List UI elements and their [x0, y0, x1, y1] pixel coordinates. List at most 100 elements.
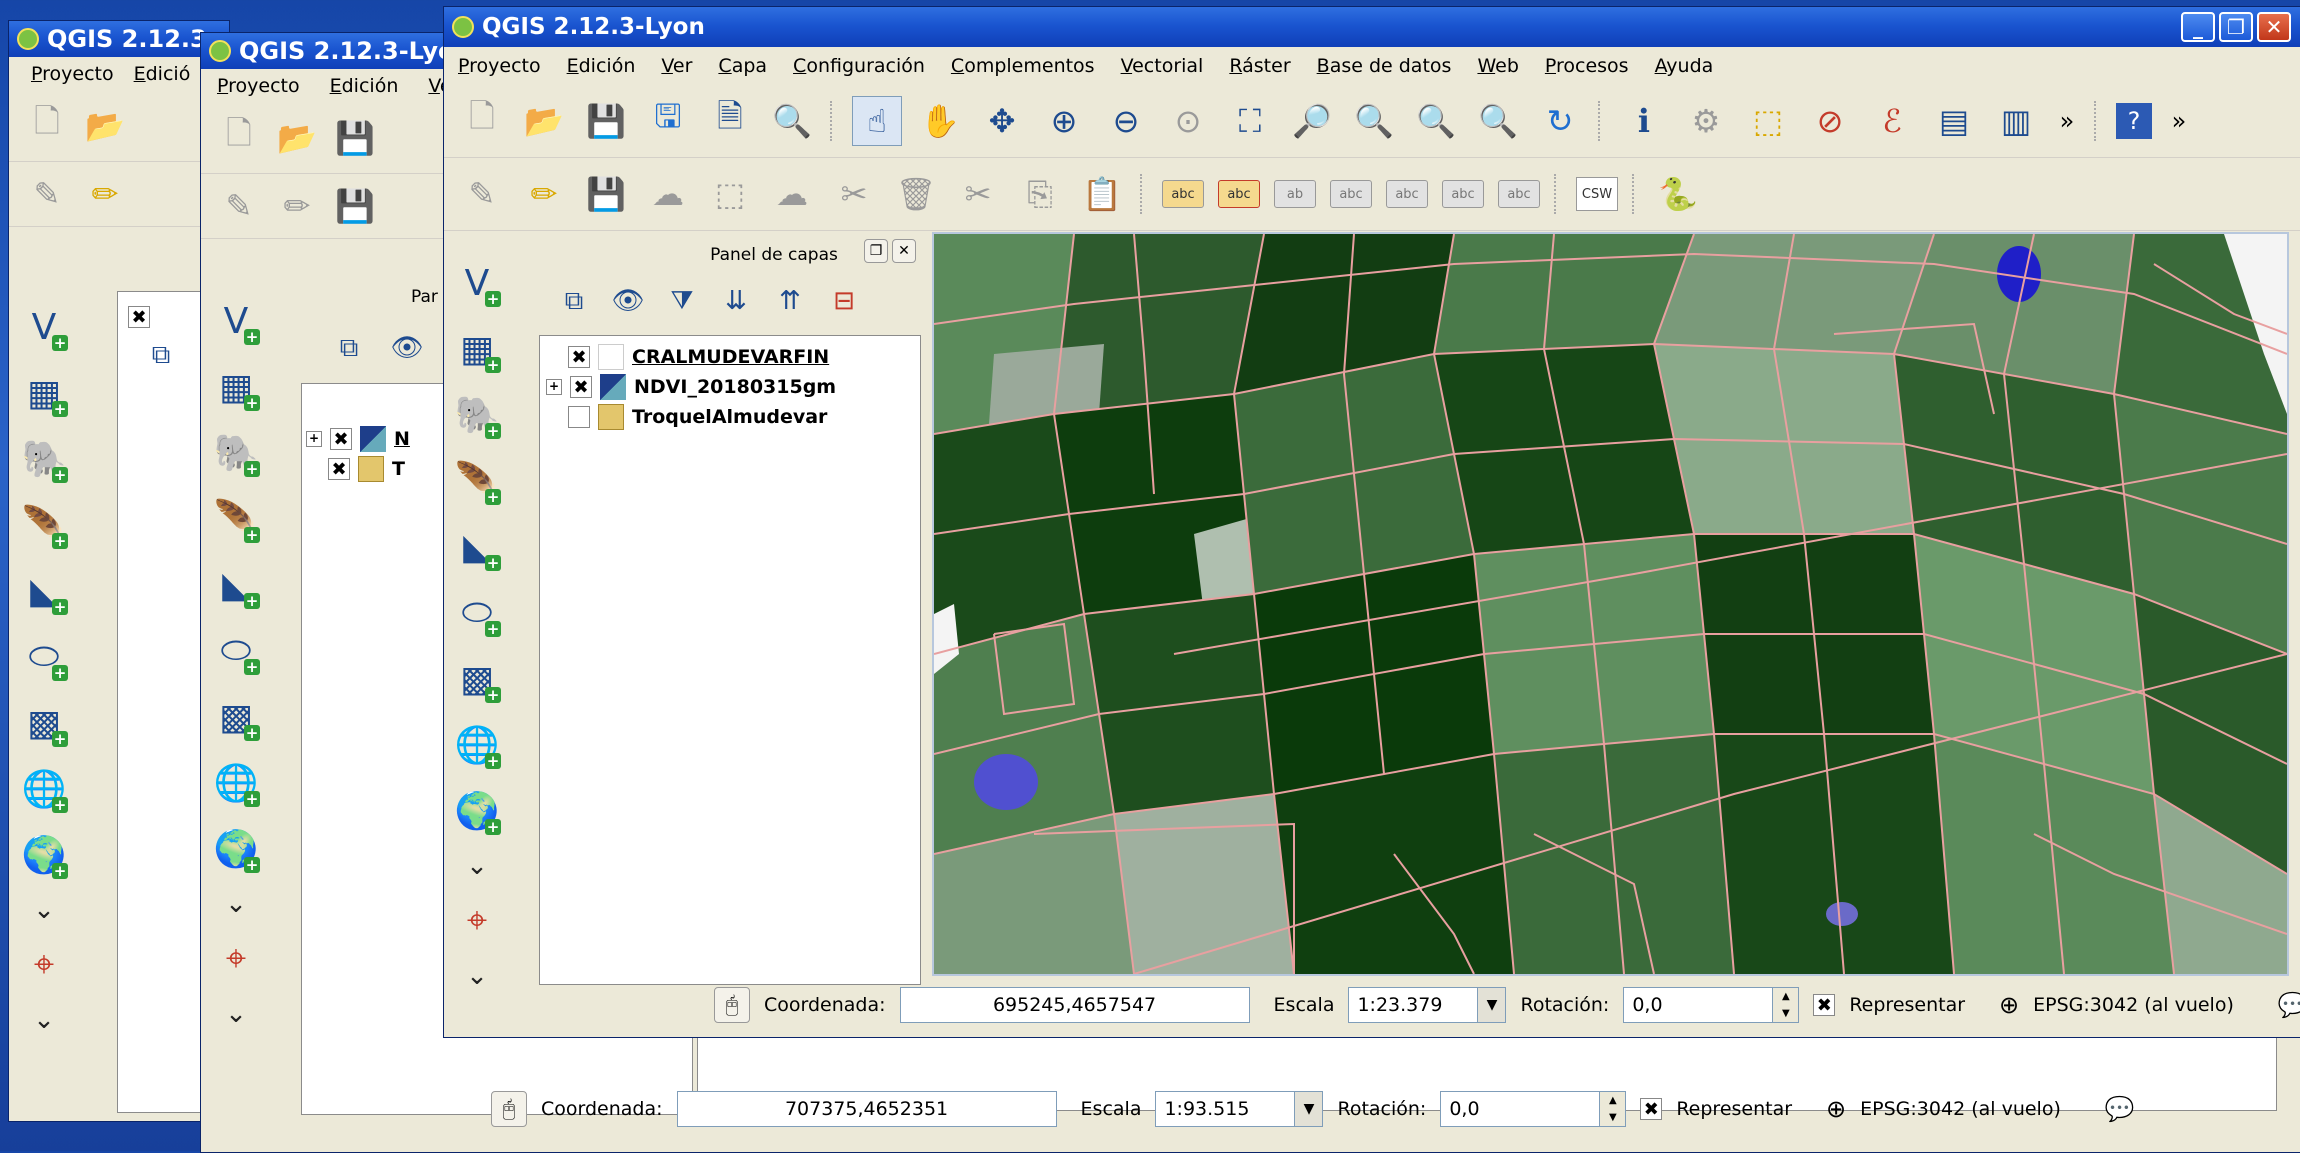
float-panel-icon[interactable]: ❐: [864, 239, 888, 263]
remove-layer-icon[interactable]: ⊟: [820, 277, 868, 325]
mouse-icon[interactable]: 🖰: [714, 987, 750, 1023]
add-mssql-layer-icon[interactable]: ◣ +: [210, 559, 262, 611]
chevron-down-icon[interactable]: ⌄: [225, 889, 247, 919]
mouse-icon[interactable]: 🖰: [491, 1091, 527, 1127]
zoom-out-icon[interactable]: ⊖: [1102, 97, 1150, 145]
add-wfs-layer-icon[interactable]: 🌍 +: [451, 785, 503, 837]
new-project-icon[interactable]: 🗋: [23, 102, 71, 150]
menu-proyecto[interactable]: Proyecto: [217, 75, 300, 97]
menu-edicion[interactable]: Edición: [330, 75, 399, 97]
scale-field[interactable]: 1:93.515: [1155, 1091, 1296, 1127]
toggle-editing-icon[interactable]: ✏: [81, 170, 129, 218]
chevron-down-icon[interactable]: ▼: [1295, 1091, 1324, 1127]
open-project-icon[interactable]: 📂: [81, 102, 129, 150]
zoom-full-icon[interactable]: ⛶: [1226, 97, 1274, 145]
field-calculator-icon[interactable]: ℰ: [1868, 97, 1916, 145]
add-spatialite-layer-icon[interactable]: 🪶 +: [210, 493, 262, 545]
save-project-icon[interactable]: 💾: [331, 114, 379, 162]
layer-checkbox[interactable]: ✖: [128, 306, 150, 328]
move-feature-icon[interactable]: ☁: [768, 170, 816, 218]
statistics-icon[interactable]: ▥: [1992, 97, 2040, 145]
add-oracle-layer-icon[interactable]: ⬭ +: [451, 587, 503, 639]
add-vector-layer-icon[interactable]: V +: [210, 295, 262, 347]
menu-base-de-datos[interactable]: Base de datos: [1317, 55, 1452, 77]
layer-name[interactable]: N: [394, 428, 410, 450]
add-spatialite-layer-icon[interactable]: 🪶 +: [18, 499, 70, 551]
digitize-icon[interactable]: ✎: [215, 182, 263, 230]
crosshair-icon[interactable]: ⌖: [18, 939, 70, 991]
label-settings-icon[interactable]: abc: [1218, 180, 1260, 208]
toggle-editing-icon[interactable]: ✏: [520, 170, 568, 218]
window-titlebar[interactable]: QGIS 2.12.3: [9, 21, 229, 57]
add-spatialite-layer-icon[interactable]: 🪶 +: [451, 455, 503, 507]
visibility-eye-icon[interactable]: 👁: [604, 277, 652, 325]
menu-edicion[interactable]: Edición: [567, 55, 636, 77]
layer-checkbox[interactable]: [568, 406, 590, 428]
add-wfs-layer-icon[interactable]: 🌍 +: [210, 823, 262, 875]
spin-down-icon[interactable]: ▼: [1600, 1109, 1626, 1126]
visibility-eye-icon[interactable]: 👁: [383, 324, 431, 372]
menu-web[interactable]: Web: [1477, 55, 1518, 77]
close-icon[interactable]: ✕: [2257, 12, 2291, 42]
deselect-features-icon[interactable]: ⊘: [1806, 97, 1854, 145]
python-console-icon[interactable]: 🐍: [1654, 170, 1702, 218]
chevron-down-icon[interactable]: ⌄: [225, 999, 247, 1029]
select-features-icon[interactable]: ⬚: [1744, 97, 1792, 145]
layer-name[interactable]: CRALMUDEVARFIN: [632, 346, 829, 368]
layer-row[interactable]: ✖ CRALMUDEVARFIN: [546, 342, 836, 372]
add-wms-layer-icon[interactable]: ▩ +: [18, 697, 70, 749]
label-tool-icon[interactable]: abc: [1162, 180, 1204, 208]
zoom-in-icon[interactable]: ⊕: [1040, 97, 1088, 145]
add-postgis-layer-icon[interactable]: 🐘 +: [18, 433, 70, 485]
expand-all-icon[interactable]: ⇊: [712, 277, 760, 325]
csw-icon[interactable]: CSW: [1576, 177, 1618, 211]
save-as-icon[interactable]: 🖫: [644, 97, 692, 145]
show-hide-labels-icon[interactable]: abc: [1330, 180, 1372, 208]
crosshair-icon[interactable]: ⌖: [210, 933, 262, 985]
menu-edicion[interactable]: Edició: [134, 63, 191, 85]
layer-checkbox[interactable]: ✖: [330, 428, 352, 450]
coordinate-field[interactable]: 707375,4652351: [676, 1091, 1057, 1127]
add-postgis-layer-icon[interactable]: 🐘 +: [210, 427, 262, 479]
add-wcs-layer-icon[interactable]: 🌐 +: [18, 763, 70, 815]
attribute-table-icon[interactable]: ▤: [1930, 97, 1978, 145]
layer-name[interactable]: T: [392, 458, 405, 480]
close-icon[interactable]: ✕: [892, 239, 916, 263]
spin-up-icon[interactable]: ▲: [1600, 1092, 1626, 1109]
save-project-icon[interactable]: 💾: [582, 97, 630, 145]
add-wfs-layer-icon[interactable]: 🌍 +: [18, 829, 70, 881]
render-checkbox[interactable]: ✖: [1813, 994, 1836, 1016]
crs-label[interactable]: EPSG:3042 (al vuelo): [2033, 994, 2234, 1016]
run-action-gear-icon[interactable]: ⚙: [1682, 97, 1730, 145]
zoom-actual-size-icon[interactable]: ⊙: [1164, 97, 1212, 145]
cut-icon[interactable]: ✂: [954, 170, 1002, 218]
menu-procesos[interactable]: Procesos: [1545, 55, 1629, 77]
pan-to-selection-icon[interactable]: ✥: [978, 97, 1026, 145]
chevron-down-icon[interactable]: ⌄: [33, 895, 55, 925]
menu-configuracion[interactable]: Configuración: [793, 55, 925, 77]
open-project-icon[interactable]: 📂: [520, 97, 568, 145]
pan-hand-icon[interactable]: ✋: [916, 97, 964, 145]
crs-globe-icon[interactable]: ⊕: [1999, 991, 2019, 1019]
save-edits-icon[interactable]: 💾: [331, 182, 379, 230]
simplify-icon[interactable]: ✂: [830, 170, 878, 218]
paste-icon[interactable]: 📋: [1078, 170, 1126, 218]
add-raster-layer-icon[interactable]: ▦ +: [210, 361, 262, 413]
refresh-icon[interactable]: ↻: [1536, 97, 1584, 145]
open-project-icon[interactable]: 📂: [273, 114, 321, 162]
restore-icon[interactable]: ❐: [2219, 12, 2253, 42]
menu-proyecto[interactable]: Proyecto: [458, 55, 541, 77]
new-project-icon[interactable]: 🗋: [215, 114, 263, 162]
expand-icon[interactable]: +: [546, 379, 562, 395]
coordinate-field[interactable]: 695245,4657547: [899, 987, 1250, 1023]
open-layer-styling-icon[interactable]: ⧉: [137, 331, 185, 379]
add-wcs-layer-icon[interactable]: 🌐 +: [451, 719, 503, 771]
zoom-next-icon[interactable]: 🔍: [1474, 97, 1522, 145]
toolbar-overflow-icon[interactable]: »: [2166, 97, 2192, 145]
messages-icon[interactable]: 💬: [2105, 1095, 2135, 1123]
save-edits-icon[interactable]: 💾: [582, 170, 630, 218]
scale-combo[interactable]: 1:23.379 ▼: [1348, 987, 1507, 1023]
zoom-to-layer-icon[interactable]: 🔍: [1350, 97, 1398, 145]
menu-ver[interactable]: Ver: [661, 55, 692, 77]
menu-vectorial[interactable]: Vectorial: [1121, 55, 1204, 77]
